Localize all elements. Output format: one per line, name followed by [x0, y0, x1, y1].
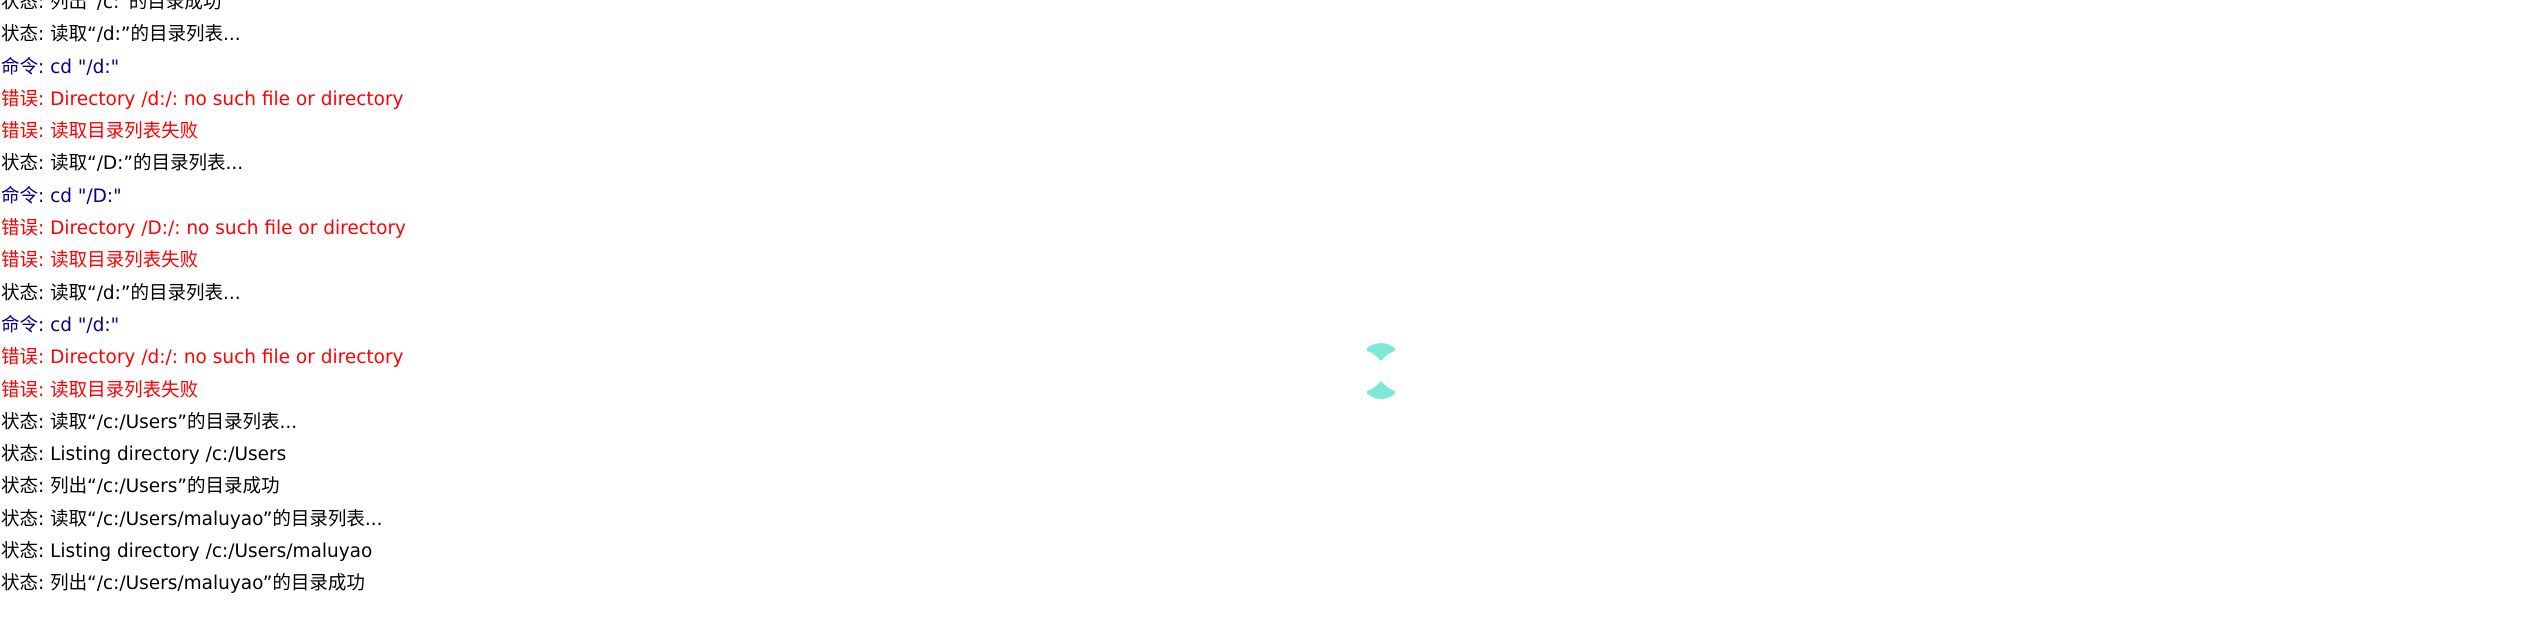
log-line: 状态: 列出“/c:/Users/maluyao”的目录成功: [1, 573, 365, 595]
log-line: 错误: Directory /d:/: no such file or dire…: [1, 88, 404, 110]
log-line: 命令: cd "/d:": [1, 314, 120, 336]
log-line: 状态: 读取“/c:/Users”的目录列表...: [1, 411, 298, 433]
panel-resize-handle[interactable]: [1365, 340, 1397, 406]
log-line: 状态: 列出“/c:”的目录成功: [1, 0, 222, 13]
log-line: 状态: Listing directory /c:/Users: [1, 444, 287, 466]
chevron-up-shape: [1367, 381, 1395, 399]
log-line: 状态: 读取“/d:”的目录列表...: [1, 282, 241, 304]
log-line: 错误: 读取目录列表失败: [1, 121, 199, 143]
log-line: 错误: 读取目录列表失败: [1, 250, 199, 272]
log-line: 错误: Directory /d:/: no such file or dire…: [1, 347, 404, 369]
log-line: 状态: 列出“/c:/Users”的目录成功: [1, 476, 280, 498]
chevron-up-icon: [1367, 381, 1395, 399]
log-line: 状态: 读取“/D:”的目录列表...: [1, 153, 244, 175]
log-line: 状态: 读取“/d:”的目录列表...: [1, 24, 241, 46]
log-line: 错误: 读取目录列表失败: [1, 379, 199, 401]
log-line: 状态: Listing directory /c:/Users/maluyao: [1, 541, 373, 563]
message-log-panel[interactable]: 状态: 列出“/c:”的目录成功 状态: 读取“/d:”的目录列表... 命令:…: [0, 0, 2530, 627]
chevron-down-shape: [1367, 343, 1395, 361]
log-line: 命令: cd "/d:": [1, 56, 120, 78]
chevron-down-icon: [1367, 343, 1395, 361]
log-line: 命令: cd "/D:": [1, 185, 122, 207]
log-line: 错误: Directory /D:/: no such file or dire…: [1, 218, 407, 240]
log-line: 状态: 读取“/c:/Users/maluyao”的目录列表...: [1, 508, 383, 530]
